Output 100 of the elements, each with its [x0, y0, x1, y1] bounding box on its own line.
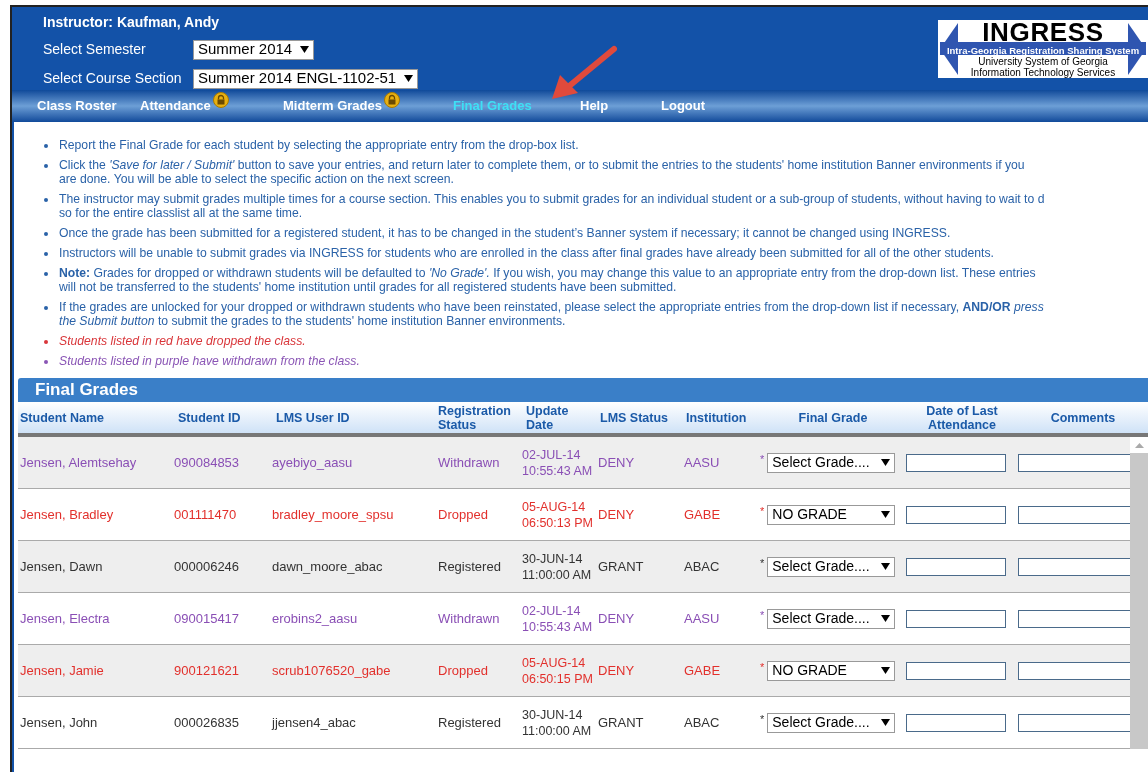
- semester-label: Select Semester: [43, 40, 147, 59]
- column-header: Institution: [686, 410, 747, 425]
- student-id: 000006246: [173, 557, 241, 576]
- registration-status: Dropped: [437, 505, 489, 524]
- lms-status: GRANT: [598, 557, 645, 576]
- grade-dropdown[interactable]: Select Grade....: [767, 608, 896, 629]
- semester-dropdown[interactable]: Summer 2014: [193, 39, 315, 60]
- column-header: LMS Status: [600, 410, 669, 425]
- dropdown-caret-icon: [881, 563, 891, 570]
- registration-status: Registered: [437, 713, 502, 732]
- grade-dropdown[interactable]: Select Grade....: [767, 556, 896, 577]
- lms-status: DENY: [598, 505, 636, 524]
- dropdown-caret-icon: [881, 719, 891, 726]
- lms-status: DENY: [598, 453, 636, 472]
- student-id: 000026835: [173, 713, 241, 732]
- institution: AASU: [683, 609, 721, 628]
- comments-field[interactable]: [1018, 661, 1130, 680]
- dropdown-caret-icon: [300, 46, 310, 53]
- scrollbar[interactable]: [1130, 437, 1148, 749]
- registration-status: Withdrawn: [437, 609, 501, 628]
- attendance-date-field[interactable]: [906, 453, 1006, 472]
- dropdown-caret-icon: [881, 511, 891, 518]
- attendance-date-field[interactable]: [906, 505, 1006, 524]
- lms-user-id: dawn_moore_abac: [271, 557, 384, 576]
- institution: AASU: [683, 453, 721, 472]
- column-header: LMS User ID: [276, 410, 350, 425]
- registration-status: Dropped: [437, 661, 489, 680]
- update-date: 30-JUN-14 11:00:00 AM: [521, 550, 593, 583]
- dropdown-caret-icon: [881, 615, 891, 622]
- lms-status: DENY: [598, 609, 636, 628]
- dropdown-caret-icon: [881, 459, 891, 466]
- lms-user-id: erobins2_aasu: [271, 609, 359, 628]
- registration-status: Registered: [437, 557, 502, 576]
- instruction-text: Students listed in red have dropped the class.: [59, 334, 306, 348]
- comments-field[interactable]: [1018, 557, 1130, 576]
- lms-user-id: bradley_moore_spsu: [271, 505, 395, 524]
- instruction-text: Students listed in purple have withdrawn from the class.: [59, 354, 360, 368]
- update-date: 05-AUG-14 06:50:15 PM: [521, 654, 594, 687]
- instruction-text: Once the grade has been submitted for a registered student, it has to be changed in the student’s Banner system if necessary; it cannot be changed using INGRESS.: [59, 226, 951, 240]
- student-id: 090015417: [173, 609, 241, 628]
- lms-user-id: jjensen4_abac: [270, 713, 357, 732]
- column-header: Registration Status: [438, 403, 511, 432]
- instruction-text: If the grades are unlocked for your dropped or withdrawn students who have been reinstated, please select the appropriate entries from the drop-down list if necessary, AND/OR press the Submit button to submit the grades to the students' home institution Banner environments.: [59, 300, 1044, 328]
- grade-dropdown[interactable]: Select Grade....: [767, 452, 896, 473]
- grade-dropdown[interactable]: NO GRADE: [767, 504, 896, 525]
- instruction-text: The instructor may submit grades multiple times for a course section. This enables you to submit grades for an individual student or a sub-group of students, without having to wait to d so for the entire classlist all at the same time.: [59, 192, 1045, 220]
- lms-status: DENY: [598, 661, 636, 680]
- institution: GABE: [683, 505, 722, 524]
- column-header: Final Grade: [798, 410, 868, 425]
- required-asterisk: *: [760, 659, 765, 675]
- update-date: 02-JUL-14 10:55:43 AM: [521, 602, 594, 635]
- student-name: Jensen, Bradley: [19, 505, 115, 524]
- instruction-text: Report the Final Grade for each student by selecting the appropriate entry from the drop-box list.: [59, 138, 579, 152]
- institution: ABAC: [683, 713, 721, 732]
- student-name: Jensen, Electra: [19, 609, 111, 628]
- student-name: Jensen, John: [19, 713, 99, 732]
- update-date: 02-JUL-14 10:55:43 AM: [521, 446, 594, 479]
- required-asterisk: *: [760, 503, 765, 519]
- comments-field[interactable]: [1018, 505, 1130, 524]
- column-header: Update Date: [526, 403, 569, 432]
- ingress-logo: INGRESS Intra-Georgia Registration Sharing System University System of Georgia Information Technology Services: [938, 20, 1148, 78]
- lms-user-id: scrub1076520_gabe: [271, 661, 392, 680]
- column-header: Student ID: [178, 410, 241, 425]
- institution: GABE: [683, 661, 722, 680]
- comments-field[interactable]: [1018, 713, 1130, 732]
- grade-dropdown[interactable]: NO GRADE: [767, 660, 896, 681]
- attendance-date-field[interactable]: [906, 661, 1006, 680]
- grade-dropdown[interactable]: Select Grade....: [767, 712, 896, 733]
- required-asterisk: *: [760, 451, 765, 467]
- attendance-date-field[interactable]: [906, 557, 1006, 576]
- section-label: Select Course Section: [43, 69, 183, 88]
- update-date: 05-AUG-14 06:50:13 PM: [521, 498, 594, 531]
- dropdown-caret-icon: [881, 667, 891, 674]
- student-name: Jensen, Dawn: [19, 557, 104, 576]
- lms-user-id: ayebiyo_aasu: [271, 453, 354, 472]
- required-asterisk: *: [760, 711, 765, 727]
- attendance-date-field[interactable]: [906, 609, 1006, 628]
- instruction-text: Instructors will be unable to submit grades via INGRESS for students who are enrolled in the class after final grades have already been submitted for all of the other students.: [59, 246, 994, 260]
- institution: ABAC: [683, 557, 721, 576]
- required-asterisk: *: [760, 607, 765, 623]
- required-asterisk: *: [760, 555, 765, 571]
- student-id: 001111470: [173, 505, 238, 524]
- instruction-text: Click the 'Save for later / Submit' button to save your entries, and return later to complete them, or to submit the entries to the students' home institution Banner environments if you are done. You will be able to select the specific action on the next screen.: [59, 158, 1025, 186]
- student-name: Jensen, Alemtsehay: [19, 453, 138, 472]
- update-date: 30-JUN-14 11:00:00 AM: [521, 706, 593, 739]
- comments-field[interactable]: [1018, 609, 1130, 628]
- column-header: Date of Last Attendance: [925, 403, 999, 432]
- registration-status: Withdrawn: [437, 453, 501, 472]
- attendance-date-field[interactable]: [906, 713, 1006, 732]
- course-section-dropdown[interactable]: Summer 2014 ENGL-1102-51: [193, 68, 419, 89]
- column-header: Comments: [1050, 410, 1116, 425]
- student-id: 900121621: [173, 661, 241, 680]
- instruction-text: Note: Grades for dropped or withdrawn students will be defaulted to 'No Grade'. If you wish, you may change this value to an appropriate entry from the drop-down list. These entries will not be transferred to the students' home institution until grades for all registered students have been submitted.: [59, 266, 1036, 294]
- table-title: Final Grades: [35, 379, 138, 402]
- instructor-name: Instructor: Kaufman, Andy: [43, 13, 221, 32]
- dropdown-caret-icon: [404, 75, 414, 82]
- student-name: Jensen, Jamie: [19, 661, 105, 680]
- comments-field[interactable]: [1018, 453, 1130, 472]
- lms-status: GRANT: [598, 713, 645, 732]
- column-header: Student Name: [20, 410, 105, 425]
